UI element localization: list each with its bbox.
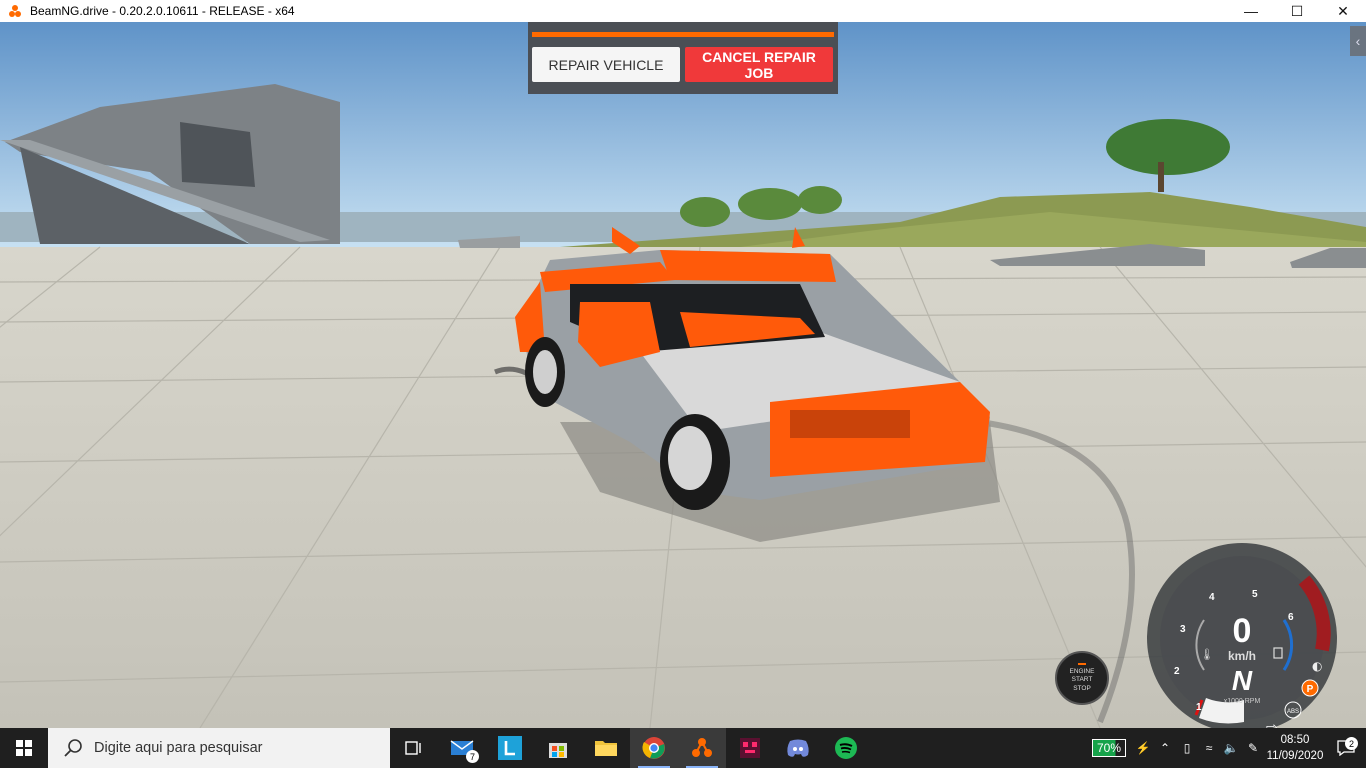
taskbar-store[interactable] bbox=[534, 728, 582, 768]
headlight-icon: ◐ bbox=[1312, 659, 1322, 673]
speedometer-gauge: 1 2 3 4 5 6 0 km/h N x1000 RPM 🌡 P ABS ◐… bbox=[1147, 543, 1337, 728]
clock[interactable]: 08:50 11/09/2020 bbox=[1264, 732, 1326, 764]
volume-icon[interactable]: 🔈 bbox=[1220, 741, 1242, 755]
rpm-tick-1: 1 bbox=[1196, 702, 1202, 713]
show-hidden-icons-chevron-icon[interactable]: ⌃ bbox=[1154, 741, 1176, 755]
pen-icon[interactable]: ✎ bbox=[1242, 741, 1264, 755]
engine-led bbox=[1078, 663, 1086, 666]
taskbar-game-app[interactable] bbox=[726, 728, 774, 768]
abs-label: ABS bbox=[1287, 709, 1299, 715]
battery-indicator[interactable]: 70% bbox=[1091, 739, 1126, 757]
wifi-icon[interactable]: ≈ bbox=[1198, 741, 1220, 755]
rpm-tick-5: 5 bbox=[1252, 589, 1258, 600]
taskbar-chrome[interactable] bbox=[630, 728, 678, 768]
repair-vehicle-button[interactable]: REPAIR VEHICLE bbox=[532, 47, 680, 82]
beamng-icon bbox=[9, 5, 21, 17]
windows-taskbar: Digite aqui para pesquisar 7 70% ⚡ ⌃ ▯ ≈… bbox=[0, 728, 1366, 768]
rpm-tick-3: 3 bbox=[1180, 624, 1186, 635]
spotify-icon bbox=[835, 737, 857, 759]
task-view-icon bbox=[405, 741, 421, 755]
clock-date: 11/09/2020 bbox=[1266, 750, 1324, 762]
window-titlebar: BeamNG.drive - 0.20.2.0.10611 - RELEASE … bbox=[0, 0, 1366, 22]
engine-label: ENGINE bbox=[1069, 668, 1095, 676]
folder-icon bbox=[595, 741, 617, 756]
speed-unit: km/h bbox=[1228, 649, 1256, 663]
search-icon bbox=[64, 739, 82, 757]
mail-badge: 7 bbox=[466, 750, 479, 763]
repair-progress-bar bbox=[532, 32, 834, 37]
gear-indicator: N bbox=[1232, 665, 1253, 696]
taskbar-search-box[interactable]: Digite aqui para pesquisar bbox=[48, 728, 390, 768]
taskbar-file-explorer[interactable] bbox=[582, 728, 630, 768]
battery-percent: 70% bbox=[1096, 741, 1121, 755]
search-placeholder: Digite aqui para pesquisar bbox=[94, 740, 263, 756]
notification-center-button[interactable]: 2 bbox=[1326, 737, 1366, 756]
notification-count: 2 bbox=[1345, 737, 1358, 750]
store-icon bbox=[549, 743, 567, 758]
beamng-taskbar-icon bbox=[692, 738, 712, 757]
windows-logo-icon bbox=[16, 740, 32, 756]
cancel-repair-job-button[interactable]: CANCEL REPAIR JOB bbox=[685, 47, 833, 82]
window-title: BeamNG.drive - 0.20.2.0.10611 - RELEASE … bbox=[30, 4, 295, 18]
minimize-button[interactable]: — bbox=[1228, 0, 1274, 22]
taskbar-discord[interactable] bbox=[774, 728, 822, 768]
right-signal-icon: ⇨ bbox=[1266, 720, 1278, 728]
discord-icon bbox=[787, 739, 809, 757]
rpm-tick-2: 2 bbox=[1174, 666, 1180, 677]
game-viewport[interactable]: REPAIR VEHICLE CANCEL REPAIR JOB ‹ ENGIN… bbox=[0, 22, 1366, 728]
temperature-icon: 🌡 bbox=[1200, 648, 1214, 661]
taskbar-mail[interactable]: 7 bbox=[438, 728, 486, 768]
parking-brake-label: P bbox=[1307, 684, 1314, 695]
close-button[interactable]: ✕ bbox=[1320, 0, 1366, 22]
task-view-button[interactable] bbox=[390, 728, 438, 768]
system-tray: 70% ⚡ ⌃ ▯ ≈ 🔈 ✎ 08:50 11/09/2020 2 bbox=[1091, 728, 1366, 768]
start-button[interactable] bbox=[0, 728, 48, 768]
clock-time: 08:50 bbox=[1280, 734, 1310, 746]
start-label: START bbox=[1071, 676, 1093, 684]
stop-label: STOP bbox=[1073, 684, 1091, 692]
rpm-unit: x1000 RPM bbox=[1224, 698, 1261, 705]
pixel-game-icon bbox=[740, 738, 760, 758]
collapse-arrow-icon[interactable]: ‹ bbox=[1350, 26, 1366, 56]
speed-value: 0 bbox=[1233, 612, 1252, 650]
battery-icon[interactable]: ▯ bbox=[1176, 741, 1198, 755]
l-app-icon bbox=[498, 736, 522, 760]
maximize-button[interactable]: ☐ bbox=[1274, 0, 1320, 22]
chrome-icon bbox=[642, 737, 665, 759]
taskbar-launcher-l[interactable] bbox=[486, 728, 534, 768]
rpm-tick-4: 4 bbox=[1209, 592, 1215, 603]
rpm-tick-6: 6 bbox=[1288, 612, 1294, 623]
engine-start-stop-button[interactable]: ENGINE START STOP bbox=[1055, 651, 1109, 705]
taskbar-spotify[interactable] bbox=[822, 728, 870, 768]
taskbar-beamng[interactable] bbox=[678, 728, 726, 768]
power-plug-icon[interactable]: ⚡ bbox=[1132, 741, 1154, 755]
repair-panel: REPAIR VEHICLE CANCEL REPAIR JOB bbox=[528, 22, 838, 94]
